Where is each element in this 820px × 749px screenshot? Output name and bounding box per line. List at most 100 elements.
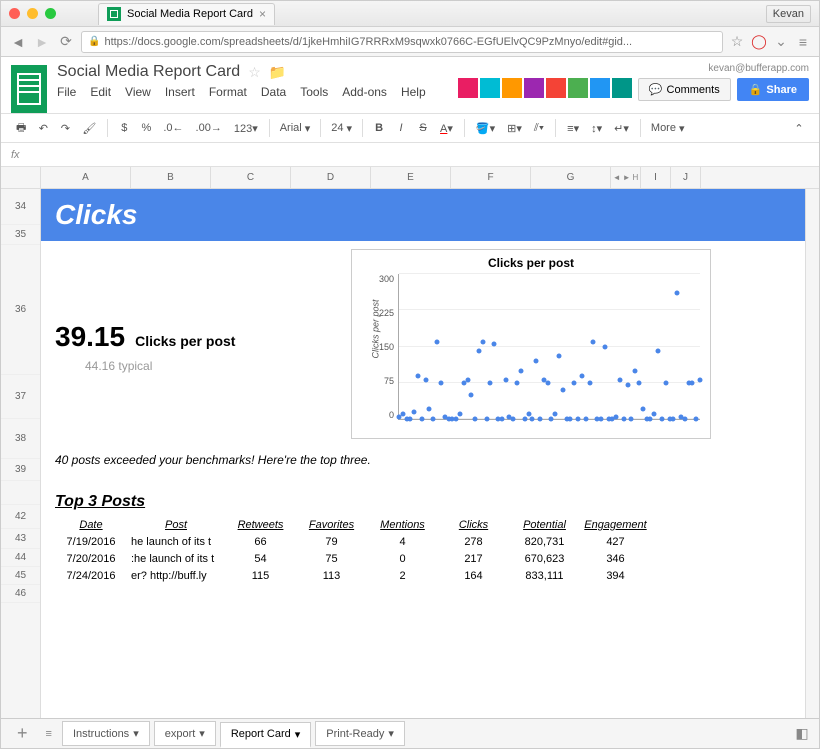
close-window-icon[interactable] (9, 8, 20, 19)
collab-icon[interactable] (458, 78, 478, 98)
table-row[interactable]: 7/20/2016:he launch of its t54750217670,… (55, 551, 805, 568)
row-header[interactable]: 38 (1, 419, 40, 459)
chart-point (438, 380, 443, 385)
browser-tab[interactable]: Social Media Report Card × (98, 3, 275, 25)
user-email[interactable]: kevan@bufferapp.com (708, 63, 809, 74)
undo-button[interactable]: ↶ (33, 119, 53, 138)
column-header[interactable]: ◄►H (611, 167, 641, 188)
menu-insert[interactable]: Insert (165, 85, 195, 99)
maximize-window-icon[interactable] (45, 8, 56, 19)
pocket-icon[interactable]: ⌄ (773, 34, 789, 50)
comments-button[interactable]: 💬Comments (638, 78, 731, 101)
reload-button[interactable]: ⟳ (57, 33, 75, 51)
text-color-button[interactable]: A▾ (435, 119, 458, 138)
collab-icon[interactable] (480, 78, 500, 98)
column-header[interactable]: F (451, 167, 531, 188)
currency-button[interactable]: $ (114, 119, 134, 137)
collab-icon[interactable] (568, 78, 588, 98)
column-header[interactable]: J (671, 167, 701, 188)
decrease-decimal-button[interactable]: .0← (158, 119, 188, 137)
merge-button[interactable]: ⫽▾ (529, 119, 549, 138)
column-header[interactable]: D (291, 167, 371, 188)
collapse-toolbar-icon[interactable]: ⌃ (789, 119, 809, 138)
font-select[interactable]: Arial▾ (276, 120, 315, 137)
add-sheet-button[interactable]: + (9, 723, 36, 744)
move-folder-icon[interactable]: 📁 (269, 64, 286, 81)
sheet-tab-report-card[interactable]: Report Card▾ (220, 722, 311, 748)
document-title[interactable]: Social Media Report Card (57, 63, 240, 81)
strike-button[interactable]: S (413, 119, 433, 137)
row-header[interactable]: 42 (1, 505, 40, 529)
align-button[interactable]: ≡▾ (562, 119, 584, 138)
collab-icon[interactable] (590, 78, 610, 98)
sheet-tab-export[interactable]: export▾ (154, 721, 216, 746)
row-header[interactable]: 46 (1, 585, 40, 603)
row-header[interactable]: 43 (1, 529, 40, 549)
column-header[interactable]: E (371, 167, 451, 188)
select-all-corner[interactable] (1, 167, 41, 189)
all-sheets-button[interactable]: ≡ (40, 728, 58, 740)
extension-icon[interactable]: ◯ (751, 34, 767, 50)
table-row[interactable]: 7/24/2016er? http://buff.ly1151132164833… (55, 568, 805, 585)
table-row[interactable]: 7/19/2016he launch of its t66794278820,7… (55, 534, 805, 551)
back-button[interactable]: ◄ (9, 33, 27, 51)
wrap-button[interactable]: ↵▾ (609, 119, 634, 138)
star-icon[interactable]: ☆ (729, 34, 745, 50)
row-header[interactable] (1, 481, 40, 505)
more-formats-button[interactable]: 123▾ (229, 119, 263, 138)
column-header[interactable]: B (131, 167, 211, 188)
star-document-icon[interactable]: ☆ (248, 64, 261, 81)
row-header[interactable]: 44 (1, 549, 40, 567)
font-size-select[interactable]: 24▾ (327, 120, 356, 137)
column-header[interactable]: I (641, 167, 671, 188)
menu-data[interactable]: Data (261, 85, 286, 99)
menu-edit[interactable]: Edit (90, 85, 111, 99)
explore-button[interactable]: ◧ (793, 725, 811, 743)
menu-icon[interactable]: ≡ (795, 34, 811, 50)
sheet-tab-print-ready[interactable]: Print-Ready▾ (315, 721, 405, 746)
column-header[interactable]: A (41, 167, 131, 188)
forward-button[interactable]: ► (33, 33, 51, 51)
percent-button[interactable]: % (136, 119, 156, 137)
row-header[interactable]: 36 (1, 245, 40, 375)
increase-decimal-button[interactable]: .00→ (191, 119, 227, 137)
menu-addons[interactable]: Add-ons (342, 85, 387, 99)
borders-button[interactable]: ⊞▾ (502, 119, 527, 138)
menu-file[interactable]: File (57, 85, 76, 99)
vertical-scrollbar[interactable] (805, 189, 819, 718)
collab-icon[interactable] (612, 78, 632, 98)
menu-view[interactable]: View (125, 85, 151, 99)
italic-button[interactable]: I (391, 119, 411, 137)
close-tab-icon[interactable]: × (259, 7, 266, 21)
cell-grid[interactable]: Clicks 39.15 Clicks per post 44.16 typic… (41, 189, 819, 718)
fill-color-button[interactable]: 🪣▾ (471, 119, 500, 138)
print-button[interactable]: 🖶 (11, 116, 31, 141)
redo-button[interactable]: ↷ (55, 119, 75, 138)
row-header[interactable]: 45 (1, 567, 40, 585)
collab-icon[interactable] (502, 78, 522, 98)
address-bar[interactable]: 🔒 https://docs.google.com/spreadsheets/d… (81, 31, 723, 53)
paint-format-button[interactable]: 🖌 (77, 119, 101, 138)
table-cell: 164 (438, 568, 509, 585)
row-header[interactable]: 37 (1, 375, 40, 419)
sheets-logo-icon[interactable] (11, 65, 47, 113)
row-header[interactable]: 34 (1, 189, 40, 225)
bold-button[interactable]: B (369, 119, 389, 137)
valign-button[interactable]: ↕▾ (586, 119, 607, 138)
more-button[interactable]: More▾ (647, 120, 689, 137)
row-header[interactable]: 35 (1, 225, 40, 245)
menu-format[interactable]: Format (209, 85, 247, 99)
minimize-window-icon[interactable] (27, 8, 38, 19)
share-button[interactable]: 🔒Share (737, 78, 809, 101)
chart-clicks-per-post[interactable]: Clicks per post Clicks per post 30022515… (351, 249, 711, 439)
row-header[interactable]: 39 (1, 459, 40, 481)
collab-icon[interactable] (524, 78, 544, 98)
browser-profile-button[interactable]: Kevan (766, 5, 811, 23)
formula-bar[interactable]: fx (1, 143, 819, 167)
column-header[interactable]: G (531, 167, 611, 188)
collab-icon[interactable] (546, 78, 566, 98)
sheet-tab-instructions[interactable]: Instructions▾ (62, 721, 150, 746)
menu-tools[interactable]: Tools (300, 85, 328, 99)
column-header[interactable]: C (211, 167, 291, 188)
menu-help[interactable]: Help (401, 85, 426, 99)
